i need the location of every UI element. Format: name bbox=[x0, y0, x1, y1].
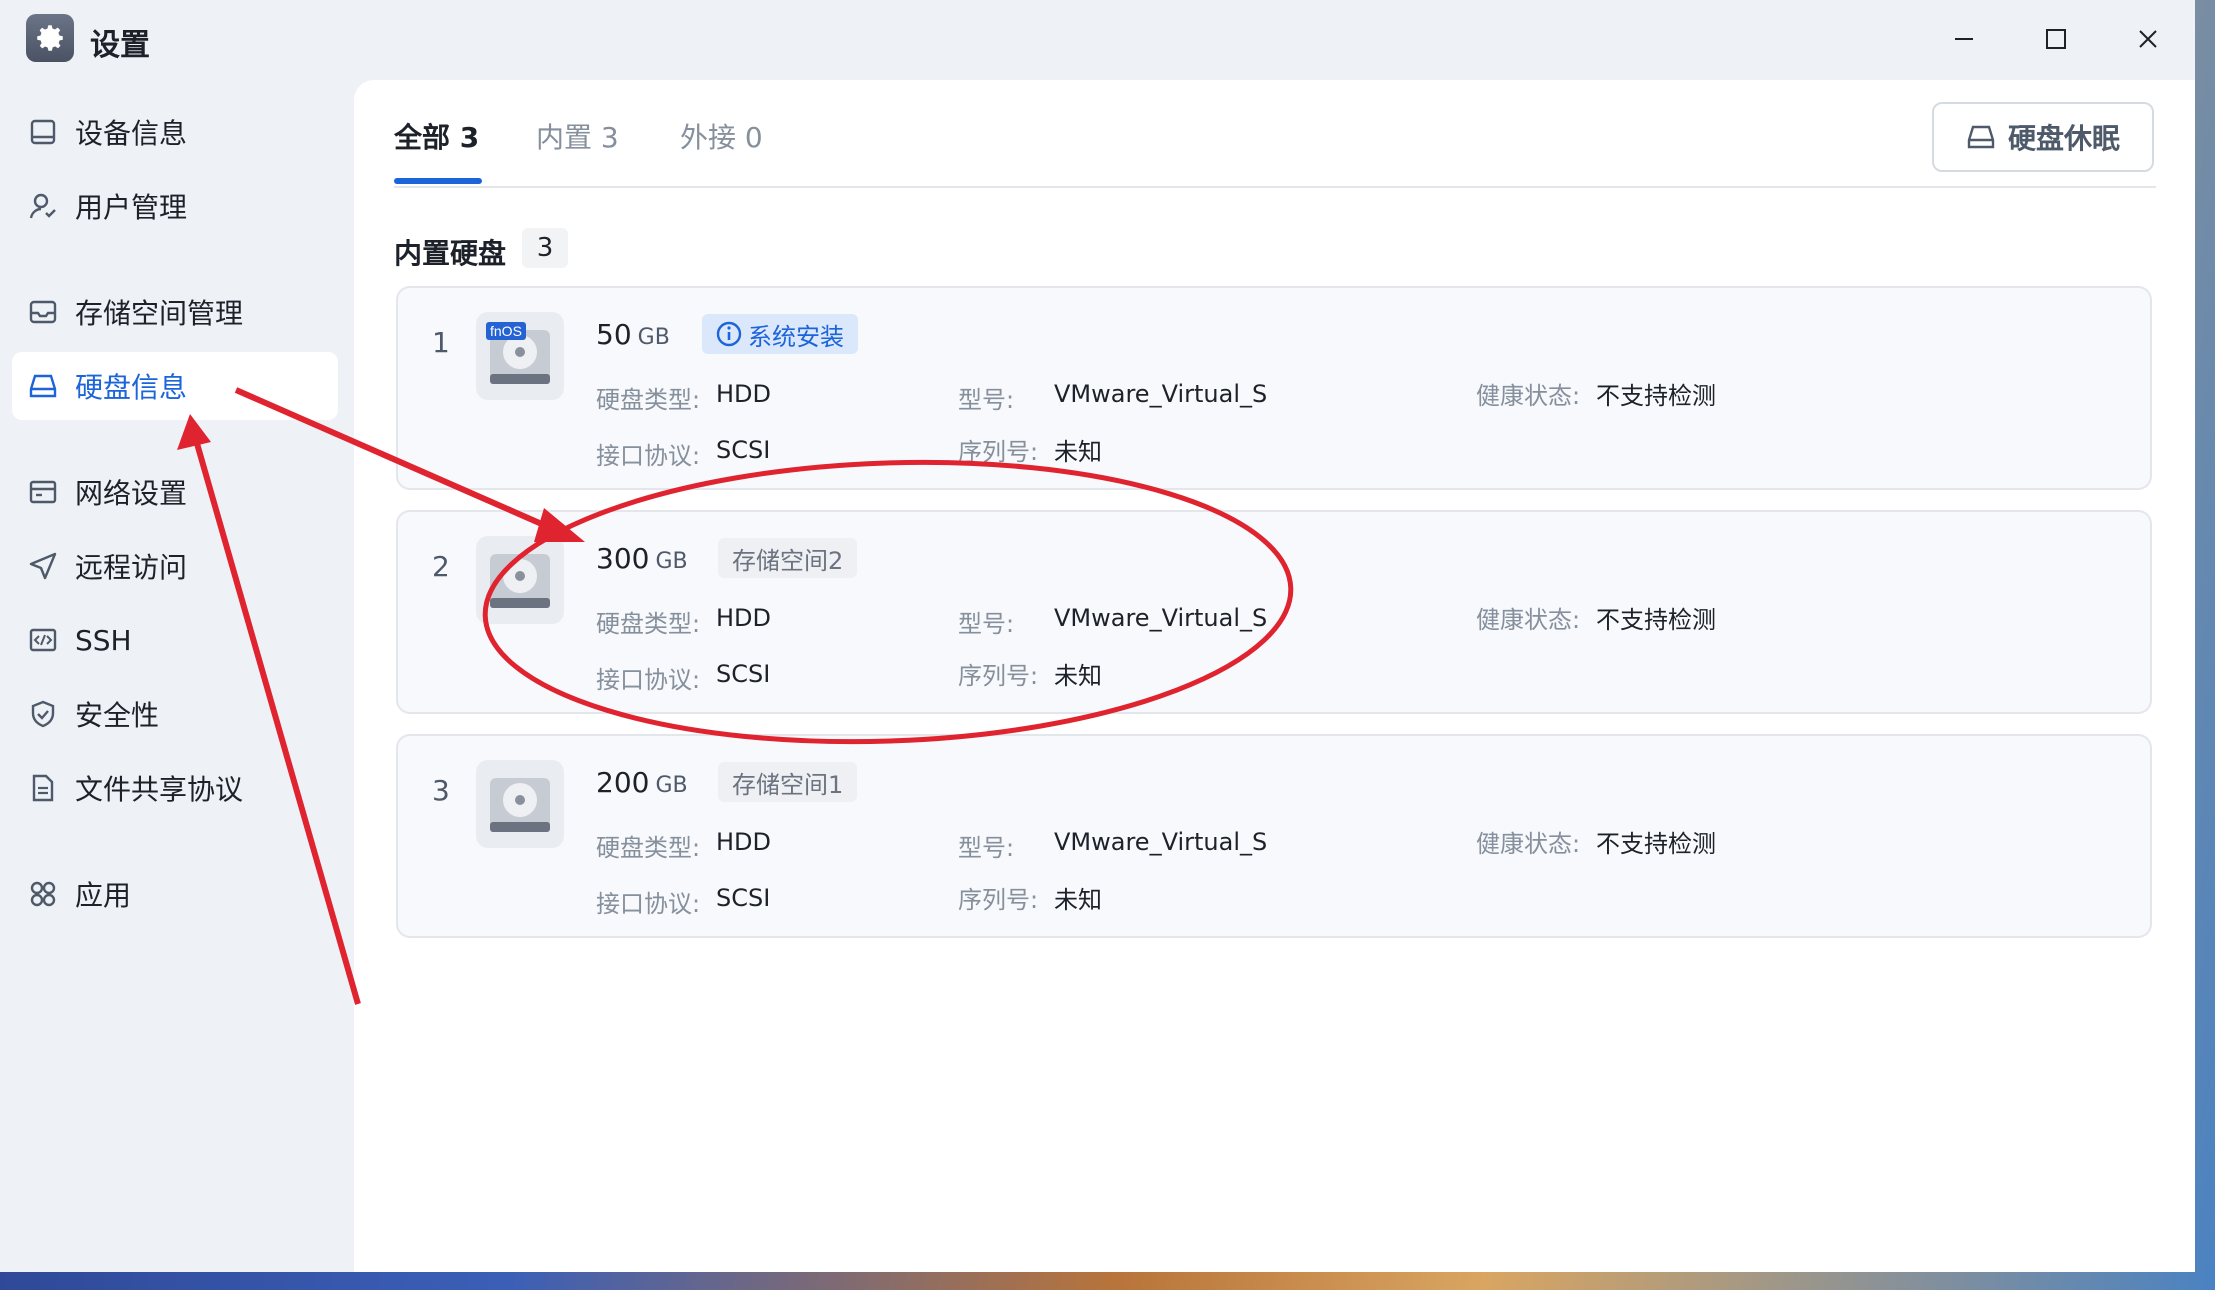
model-value: VMware_Virtual_S bbox=[1054, 604, 1268, 632]
sidebar-item-label: 文件共享协议 bbox=[75, 773, 244, 806]
model-value: VMware_Virtual_S bbox=[1054, 828, 1268, 856]
apps-icon bbox=[30, 881, 56, 907]
minimize-button[interactable] bbox=[1934, 14, 1994, 64]
disk-type-value: HDD bbox=[716, 380, 772, 408]
disk-type-label: 硬盘类型: bbox=[596, 610, 701, 638]
interface-value: SCSI bbox=[716, 436, 771, 464]
section-count-badge: 3 bbox=[522, 228, 568, 268]
tab-bar: 全部 3 内置 3 外接 0 bbox=[394, 80, 2156, 188]
disk-index: 2 bbox=[432, 550, 450, 583]
storage-pool-tag: 存储空间2 bbox=[718, 538, 858, 578]
disk-icon bbox=[29, 374, 57, 398]
sidebar-item-disk-info[interactable]: 硬盘信息 bbox=[12, 352, 338, 420]
settings-window: 设置 设备信息 用户管理 存储空间管理 硬盘信息 网络设置 远程访问 SSH 安… bbox=[0, 0, 2195, 1272]
serial-value: 未知 bbox=[1054, 662, 1102, 690]
fnos-badge: fnOS bbox=[486, 322, 526, 340]
close-icon bbox=[2139, 30, 2157, 48]
disk-type-label: 硬盘类型: bbox=[596, 386, 701, 414]
model-label: 型号: bbox=[958, 610, 1015, 638]
main-panel: 全部 3 内置 3 外接 0 硬盘休眠 内置硬盘 3 1 fnOS 50GB bbox=[354, 80, 2195, 1272]
model-label: 型号: bbox=[958, 834, 1015, 862]
code-icon bbox=[29, 628, 57, 652]
device-info-icon bbox=[30, 119, 56, 145]
serial-value: 未知 bbox=[1054, 438, 1102, 466]
health-label: 健康状态: bbox=[1476, 382, 1581, 410]
sidebar-item-remote[interactable]: 远程访问 bbox=[12, 532, 338, 600]
interface-label: 接口协议: bbox=[596, 442, 701, 470]
disk-sleep-label: 硬盘休眠 bbox=[2007, 122, 2120, 155]
system-install-tag: 系统安装 bbox=[702, 314, 858, 354]
interface-label: 接口协议: bbox=[596, 890, 701, 918]
interface-value: SCSI bbox=[716, 884, 771, 912]
disk-size: 300 GB bbox=[596, 542, 688, 575]
sidebar-item-label: SSH bbox=[75, 623, 132, 657]
info-icon bbox=[716, 321, 742, 347]
shield-icon bbox=[31, 700, 55, 728]
health-label: 健康状态: bbox=[1476, 830, 1581, 858]
interface-label: 接口协议: bbox=[596, 666, 701, 694]
title-bar: 设置 bbox=[0, 0, 2195, 80]
serial-label: 序列号: bbox=[958, 662, 1039, 690]
serial-value: 未知 bbox=[1054, 886, 1102, 914]
health-value: 不支持检测 bbox=[1596, 606, 1716, 634]
sidebar-item-label: 用户管理 bbox=[75, 191, 188, 224]
serial-label: 序列号: bbox=[958, 886, 1039, 914]
sidebar-item-security[interactable]: 安全性 bbox=[12, 680, 338, 748]
maximize-button[interactable] bbox=[2026, 14, 2086, 64]
disk-type-value: HDD bbox=[716, 828, 772, 856]
sidebar-item-label: 存储空间管理 bbox=[75, 297, 244, 330]
user-icon bbox=[29, 193, 56, 219]
window-title: 设置 bbox=[90, 28, 150, 63]
sidebar-item-label: 远程访问 bbox=[75, 551, 188, 584]
gear-icon bbox=[26, 14, 74, 62]
serial-label: 序列号: bbox=[958, 438, 1039, 466]
network-icon bbox=[29, 480, 57, 504]
health-value: 不支持检测 bbox=[1596, 830, 1716, 858]
health-label: 健康状态: bbox=[1476, 606, 1581, 634]
section-title: 内置硬盘 bbox=[394, 237, 507, 270]
close-button[interactable] bbox=[2118, 14, 2178, 64]
sidebar-item-label: 设备信息 bbox=[75, 117, 188, 150]
sidebar-item-label: 硬盘信息 bbox=[75, 371, 188, 404]
hard-drive-icon bbox=[476, 536, 564, 624]
disk-size: 200 GB bbox=[596, 766, 688, 799]
disk-index: 3 bbox=[432, 774, 450, 807]
sidebar-item-users[interactable]: 用户管理 bbox=[12, 172, 338, 240]
model-label: 型号: bbox=[958, 386, 1015, 414]
interface-value: SCSI bbox=[716, 660, 771, 688]
sidebar-item-label: 安全性 bbox=[75, 699, 160, 732]
disk-card[interactable]: 1 fnOS 50 GB 系统安装 硬盘类型: HDD 接口协议: SCSI 型号… bbox=[396, 286, 2152, 490]
storage-icon bbox=[29, 300, 57, 324]
minimize-icon bbox=[1955, 38, 1973, 40]
maximize-icon bbox=[2046, 29, 2066, 49]
disk-index: 1 bbox=[432, 326, 450, 359]
sidebar-item-network[interactable]: 网络设置 bbox=[12, 458, 338, 526]
sidebar-item-device-info[interactable]: 设备信息 bbox=[12, 98, 338, 166]
disk-type-label: 硬盘类型: bbox=[596, 834, 701, 862]
sidebar-item-file-sharing[interactable]: 文件共享协议 bbox=[12, 754, 338, 822]
hard-drive-icon: fnOS bbox=[476, 312, 564, 400]
sidebar-item-label: 应用 bbox=[75, 879, 132, 912]
active-tab-indicator bbox=[394, 178, 482, 184]
health-value: 不支持检测 bbox=[1596, 382, 1716, 410]
disk-type-value: HDD bbox=[716, 604, 772, 632]
tab-all[interactable]: 全部 3 bbox=[394, 116, 479, 156]
model-value: VMware_Virtual_S bbox=[1054, 380, 1268, 408]
disk-icon bbox=[1967, 125, 1995, 149]
sidebar-item-label: 网络设置 bbox=[75, 477, 188, 510]
sidebar-item-apps[interactable]: 应用 bbox=[12, 860, 338, 928]
sidebar: 设备信息 用户管理 存储空间管理 硬盘信息 网络设置 远程访问 SSH 安全性 bbox=[0, 80, 354, 1272]
disk-sleep-button[interactable]: 硬盘休眠 bbox=[1932, 102, 2154, 172]
disk-card[interactable]: 3 200 GB 存储空间1 硬盘类型: HDD 接口协议: SCSI 型号: V… bbox=[396, 734, 2152, 938]
disk-card[interactable]: 2 300 GB 存储空间2 硬盘类型: HDD 接口协议: SCSI 型号: V… bbox=[396, 510, 2152, 714]
file-icon bbox=[32, 774, 54, 802]
tab-external[interactable]: 外接 0 bbox=[680, 116, 763, 156]
disk-size: 50 GB bbox=[596, 318, 670, 351]
send-icon bbox=[29, 552, 57, 580]
sidebar-item-ssh[interactable]: SSH bbox=[12, 606, 338, 674]
sidebar-item-storage[interactable]: 存储空间管理 bbox=[12, 278, 338, 346]
tab-internal[interactable]: 内置 3 bbox=[536, 116, 619, 156]
hard-drive-icon bbox=[476, 760, 564, 848]
storage-pool-tag: 存储空间1 bbox=[718, 762, 858, 802]
